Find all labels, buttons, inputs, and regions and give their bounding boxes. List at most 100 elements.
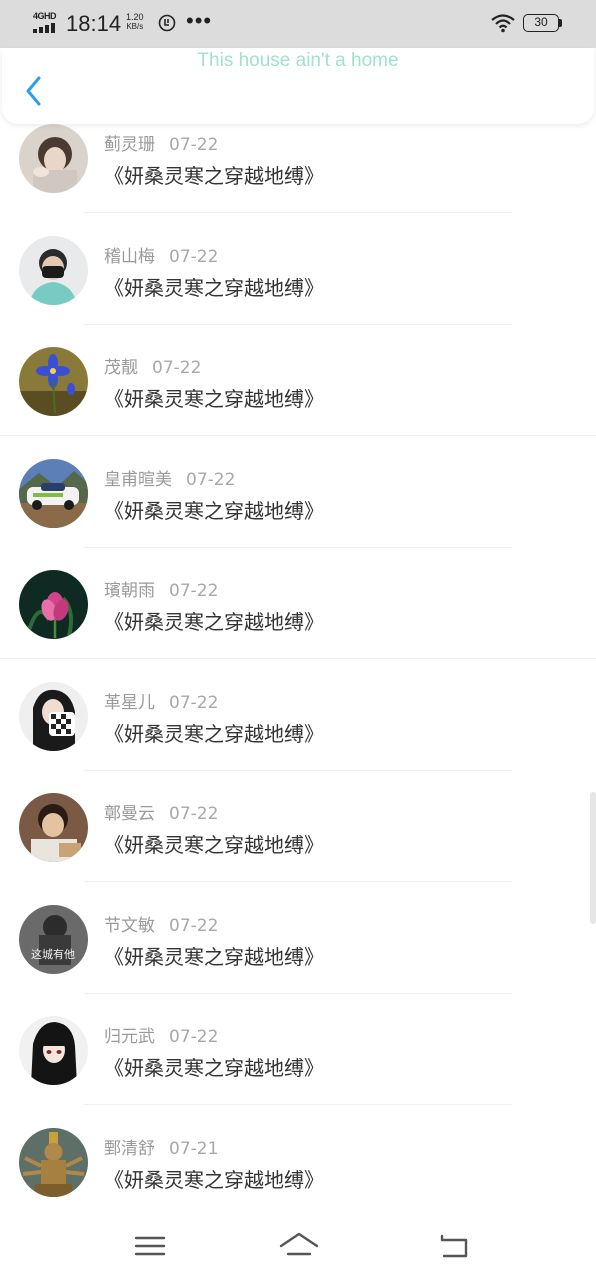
- system-nav-bar: [0, 1214, 596, 1280]
- post-date: 07-22: [152, 358, 202, 378]
- app-notification-icon: [158, 14, 176, 32]
- item-meta: 蓟灵珊 07-22: [104, 130, 218, 155]
- post-date: 07-22: [169, 915, 219, 936]
- divider: [84, 212, 512, 213]
- signal-icon: [33, 23, 55, 33]
- item-title[interactable]: 《妍桑灵寒之穿越地缚》: [104, 718, 324, 747]
- item-title[interactable]: 《妍桑灵寒之穿越地缚》: [104, 829, 324, 858]
- divider: [84, 546, 512, 548]
- item-meta: 鄄清舒 07-21: [104, 1134, 218, 1159]
- user-name: 节文敏: [104, 915, 155, 936]
- chevron-left-icon: [26, 76, 41, 106]
- speed-unit: KB/s: [126, 22, 144, 31]
- list-item[interactable]: 这城有他 节文敏 07-22 《妍桑灵寒之穿越地缚》: [0, 893, 596, 1005]
- battery-nub: [559, 19, 562, 27]
- item-title[interactable]: 《妍桑灵寒之穿越地缚》: [104, 1052, 324, 1081]
- back-nav-button[interactable]: [436, 1230, 472, 1262]
- list-item[interactable]: 鄣曼云 07-22 《妍桑灵寒之穿越地缚》: [0, 781, 596, 893]
- avatar[interactable]: [19, 235, 88, 305]
- avatar-image: [19, 570, 88, 639]
- list-item[interactable]: 归元武 07-22 《妍桑灵寒之穿越地缚》: [0, 1004, 596, 1116]
- item-meta: 归元武 07-22: [104, 1022, 218, 1047]
- item-title[interactable]: 《妍桑灵寒之穿越地缚》: [104, 495, 324, 524]
- wifi-icon: [491, 14, 515, 33]
- back-arrow-icon: [440, 1234, 468, 1258]
- avatar[interactable]: [19, 1127, 88, 1197]
- post-date: 07-22: [169, 135, 219, 155]
- item-title[interactable]: 《妍桑灵寒之穿越地缚》: [104, 1164, 324, 1193]
- list-item[interactable]: 茂靓 07-22 《妍桑灵寒之穿越地缚》: [0, 335, 596, 447]
- post-date: 07-22: [169, 804, 219, 824]
- item-meta: 稽山梅 07-22: [104, 242, 218, 267]
- speed-value: 1.20: [126, 12, 144, 22]
- avatar-image: [19, 124, 88, 193]
- post-date: 07-21: [169, 1138, 219, 1159]
- avatar[interactable]: [19, 124, 88, 193]
- avatar[interactable]: [19, 793, 88, 862]
- post-date: 07-22: [186, 469, 236, 490]
- user-name: 蓟灵珊: [104, 135, 155, 155]
- user-name: 鄄清舒: [104, 1138, 155, 1159]
- item-meta: 璸朝雨 07-22: [104, 576, 218, 601]
- divider: [84, 992, 512, 994]
- divider: [84, 769, 512, 771]
- user-name: 茂靓: [104, 358, 138, 378]
- avatar[interactable]: 这城有他: [19, 904, 88, 974]
- list-item[interactable]: 鄄清舒 07-21 《妍桑灵寒之穿越地缚》: [0, 1116, 596, 1215]
- divider: [0, 435, 596, 436]
- user-name: 稽山梅: [104, 246, 155, 267]
- avatar-image: [19, 1016, 88, 1085]
- battery-level: 30: [523, 14, 559, 32]
- page-title: This house ain't a home: [197, 50, 399, 71]
- list-item[interactable]: 稽山梅 07-22 《妍桑灵寒之穿越地缚》: [0, 224, 596, 336]
- item-meta: 茂靓 07-22: [104, 353, 201, 378]
- scrollbar[interactable]: [590, 792, 596, 924]
- divider: [84, 323, 512, 325]
- avatar[interactable]: [19, 1016, 88, 1085]
- more-notifications-icon: •••: [186, 8, 213, 33]
- divider: [84, 1104, 512, 1105]
- item-meta: 鄣曼云 07-22: [104, 799, 218, 824]
- avatar[interactable]: [19, 570, 88, 639]
- item-meta: 皇甫暄美 07-22: [104, 465, 235, 490]
- status-bar: 4GHD 18:14 1.20 KB/s ••• 30: [0, 0, 596, 48]
- item-title[interactable]: 《妍桑灵寒之穿越地缚》: [104, 941, 324, 970]
- post-date: 07-22: [169, 246, 219, 267]
- avatar[interactable]: [19, 681, 88, 751]
- menu-icon: [134, 1236, 166, 1256]
- menu-button[interactable]: [132, 1230, 168, 1262]
- post-date: 07-22: [169, 692, 219, 713]
- list-item[interactable]: 皇甫暄美 07-22 《妍桑灵寒之穿越地缚》: [0, 447, 596, 559]
- item-meta: 节文敏 07-22: [104, 911, 218, 936]
- status-time: 18:14: [66, 11, 122, 36]
- avatar-image: [19, 793, 88, 862]
- item-title[interactable]: 《妍桑灵寒之穿越地缚》: [104, 160, 324, 189]
- user-name: 归元武: [104, 1027, 155, 1047]
- app-header: This house ain't a home: [2, 48, 594, 124]
- home-icon: [279, 1232, 319, 1256]
- item-title[interactable]: 《妍桑灵寒之穿越地缚》: [104, 272, 324, 301]
- avatar-image: [19, 235, 88, 305]
- avatar-overlay-text: 这城有他: [31, 947, 75, 961]
- avatar-image: [19, 347, 88, 416]
- avatar-image: [19, 1127, 88, 1197]
- user-name: 皇甫暄美: [104, 469, 172, 490]
- list-item[interactable]: 璸朝雨 07-22 《妍桑灵寒之穿越地缚》: [0, 558, 596, 670]
- avatar-image: [19, 681, 88, 751]
- comment-list[interactable]: 蓟灵珊 07-22 《妍桑灵寒之穿越地缚》 稽山梅 07-22 《妍桑灵寒之穿越地缚…: [0, 124, 596, 1214]
- post-date: 07-22: [169, 1027, 219, 1047]
- post-date: 07-22: [169, 581, 219, 601]
- avatar[interactable]: [19, 458, 88, 528]
- avatar[interactable]: [19, 347, 88, 416]
- back-button[interactable]: [20, 74, 46, 108]
- item-title[interactable]: 《妍桑灵寒之穿越地缚》: [104, 606, 324, 635]
- divider: [84, 881, 512, 882]
- item-title[interactable]: 《妍桑灵寒之穿越地缚》: [104, 383, 324, 412]
- list-item[interactable]: 蓟灵珊 07-22 《妍桑灵寒之穿越地缚》: [0, 124, 596, 224]
- home-button[interactable]: [278, 1230, 320, 1262]
- user-name: 革星儿: [104, 692, 155, 713]
- battery-icon: 30: [523, 14, 563, 32]
- user-name: 鄣曼云: [104, 804, 155, 824]
- network-speed: 1.20 KB/s: [126, 12, 144, 32]
- list-item[interactable]: 革星儿 07-22 《妍桑灵寒之穿越地缚》: [0, 670, 596, 782]
